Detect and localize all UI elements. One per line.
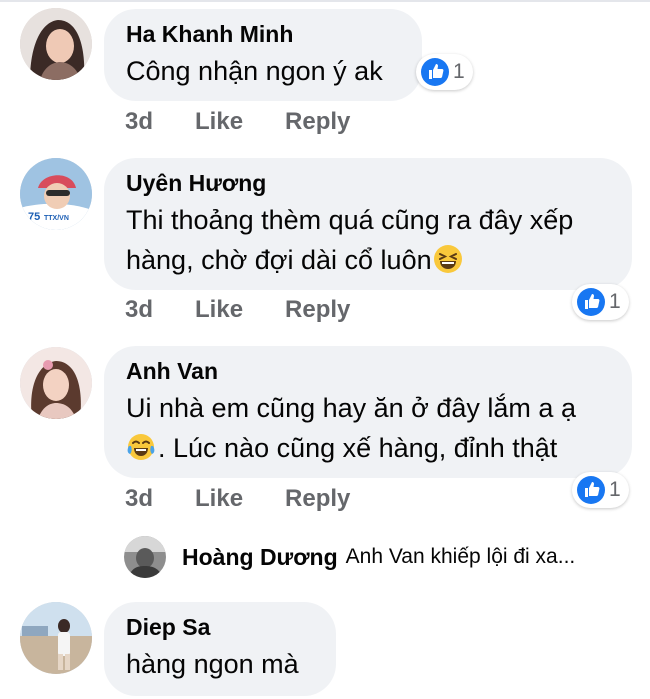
timestamp[interactable]: 3d: [125, 108, 153, 136]
tears-of-joy-emoji-icon: [126, 432, 156, 462]
top-divider: [0, 0, 650, 2]
comment-bubble: Ha Khanh Minh Công nhận ngon ý ak: [104, 9, 422, 101]
svg-text:TTX/VN: TTX/VN: [44, 215, 69, 222]
reply-avatar[interactable]: [124, 536, 166, 578]
avatar-photo: [20, 347, 92, 419]
reaction-badge[interactable]: 1: [572, 284, 629, 320]
reaction-badge[interactable]: 1: [572, 472, 629, 508]
like-button[interactable]: Like: [195, 108, 243, 136]
reaction-count: 1: [609, 290, 621, 313]
avatar[interactable]: 75 TTX/VN: [20, 158, 92, 230]
like-icon: [421, 58, 449, 86]
like-icon: [577, 288, 605, 316]
reply-author-name[interactable]: Hoàng Dương: [182, 544, 338, 571]
avatar-photo: [20, 8, 92, 80]
comment-actions: 3d Like Reply: [125, 485, 392, 513]
timestamp[interactable]: 3d: [125, 296, 153, 324]
commenter-name[interactable]: Anh Van: [126, 356, 606, 386]
grinning-squint-emoji-icon: [433, 244, 463, 274]
reaction-count: 1: [609, 478, 621, 501]
avatar[interactable]: [20, 347, 92, 419]
comment-bubble: Anh Van Ui nhà em cũng hay ăn ở đây lắm …: [104, 346, 632, 478]
reply-button[interactable]: Reply: [285, 296, 350, 324]
comment-text-line-2: hàng, chờ đợi dài cổ luôn: [126, 240, 606, 280]
reaction-badge[interactable]: 1: [416, 54, 473, 90]
svg-text:75: 75: [28, 211, 40, 223]
comment-bubble: Uyên Hương Thi thoảng thèm quá cũng ra đ…: [104, 158, 632, 290]
comment-actions: 3d Like Reply: [125, 108, 392, 136]
reply-preview[interactable]: Hoàng Dương Anh Van khiếp lội đi xa...: [124, 536, 575, 578]
comment-text-line-2: . Lúc nào cũng xế hàng, đỉnh thật: [126, 428, 606, 468]
comment-text: hàng ngon mà: [126, 649, 299, 679]
avatar-photo: 75 TTX/VN: [20, 158, 92, 230]
comment-text: hàng, chờ đợi dài cổ luôn: [126, 245, 432, 275]
reply-button[interactable]: Reply: [285, 108, 350, 136]
commenter-name[interactable]: Uyên Hương: [126, 168, 606, 198]
timestamp[interactable]: 3d: [125, 485, 153, 513]
reaction-count: 1: [453, 60, 465, 83]
reply-snippet[interactable]: Anh Van khiếp lội đi xa...: [346, 545, 576, 569]
avatar[interactable]: [20, 8, 92, 80]
comment-actions: 3d Like Reply: [125, 296, 392, 324]
commenter-name[interactable]: Diep Sa: [126, 612, 310, 642]
avatar-photo: [20, 602, 92, 674]
avatar[interactable]: [20, 602, 92, 674]
reply-button[interactable]: Reply: [285, 485, 350, 513]
like-button[interactable]: Like: [195, 485, 243, 513]
avatar-photo: [124, 536, 166, 578]
like-icon: [577, 476, 605, 504]
comment-text-line-1: Ui nhà em cũng hay ăn ở đây lắm a ạ: [126, 393, 576, 423]
comment-text: Công nhận ngon ý ak: [126, 56, 383, 86]
commenter-name[interactable]: Ha Khanh Minh: [126, 19, 396, 49]
comment-bubble: Diep Sa hàng ngon mà: [104, 602, 336, 696]
comment-text-line-1: Thi thoảng thèm quá cũng ra đây xếp: [126, 205, 574, 235]
like-button[interactable]: Like: [195, 296, 243, 324]
comment-text: . Lúc nào cũng xế hàng, đỉnh thật: [158, 433, 558, 463]
